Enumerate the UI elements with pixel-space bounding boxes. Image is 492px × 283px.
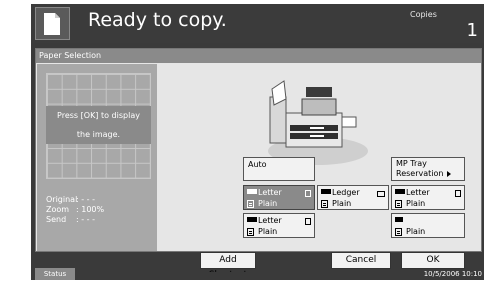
zoom-value: : 100% [76, 205, 105, 214]
mp-tray-line2: Reservation [396, 169, 452, 178]
plain-paper-icon [247, 200, 254, 208]
paper-portrait-icon [305, 190, 311, 197]
cassette-3-icon [395, 189, 405, 194]
panel-title: Paper Selection [36, 49, 481, 63]
paper-portrait-icon [305, 218, 311, 225]
add-shortcut-button[interactable]: Add Shortcut [200, 252, 256, 272]
cassette-3-button[interactable]: Letter Plain [391, 185, 465, 210]
send-value: : - - - [76, 215, 95, 224]
paper-portrait-icon [455, 190, 461, 197]
document-icon [35, 7, 70, 40]
preview-message-line2: the image. [76, 130, 121, 139]
date-time: 10/5/2006 10:10 [423, 270, 482, 278]
mp-tray-reservation-button[interactable]: MP Tray Reservation [391, 157, 465, 181]
cassette-4-type: Plain [258, 227, 278, 236]
copier-illustration [268, 80, 368, 165]
auto-button-label: Auto [248, 160, 267, 169]
copies-label: Copies [410, 10, 437, 19]
mp-tray-button[interactable]: Plain [391, 213, 465, 238]
plain-paper-icon [395, 228, 402, 236]
copier-screen: Ready to copy. Copies 1 Paper Selection … [31, 4, 484, 272]
preview-message-line1: Press [OK] to display [57, 111, 140, 120]
cassette-2-size: Ledger [332, 188, 360, 197]
auto-button[interactable]: Auto [243, 157, 315, 181]
status-button[interactable]: Status [35, 268, 75, 280]
mp-tray-line1: MP Tray [396, 159, 427, 168]
cassette-4-button[interactable]: Letter Plain [243, 213, 315, 238]
zoom-info: Zoom : 100% [46, 205, 104, 214]
ok-button[interactable]: OK [401, 252, 465, 269]
header: Ready to copy. Copies 1 [31, 4, 484, 43]
zoom-label: Zoom [46, 205, 70, 214]
paper-selection-panel: Paper Selection Press [OK] to display th… [35, 48, 482, 252]
original-info: Original: - - - [46, 195, 95, 204]
cassette-2-icon [321, 189, 331, 194]
chevron-right-icon [447, 170, 452, 177]
plain-paper-icon [321, 200, 328, 208]
cassette-1-type: Plain [258, 199, 278, 208]
plain-paper-icon [247, 228, 254, 236]
plain-paper-icon [395, 200, 402, 208]
preview-area[interactable]: Press [OK] to display the image. Origina… [37, 64, 157, 251]
preview-message: Press [OK] to display the image. [46, 106, 151, 144]
cassette-4-size: Letter [258, 216, 282, 225]
cassette-1-icon [247, 189, 257, 194]
mp-tray-type: Plain [406, 227, 426, 236]
copies-count: 1 [466, 20, 478, 41]
cassette-1-size: Letter [258, 188, 282, 197]
cassette-4-icon [247, 217, 257, 222]
cancel-button[interactable]: Cancel [331, 252, 391, 269]
send-info: Send : - - - [46, 215, 95, 224]
original-value: : - - - [76, 195, 95, 204]
cassette-2-type: Plain [332, 199, 352, 208]
status-title: Ready to copy. [88, 9, 227, 31]
paper-landscape-icon [377, 191, 385, 197]
mp-tray-icon [395, 217, 403, 222]
mp-tray-line2-text: Reservation [396, 169, 444, 178]
cassette-2-button[interactable]: Ledger Plain [317, 185, 389, 210]
send-label: Send [46, 215, 67, 224]
cassette-3-size: Letter [406, 188, 430, 197]
cassette-3-type: Plain [406, 199, 426, 208]
original-label: Original [46, 195, 78, 204]
cassette-1-button[interactable]: Letter Plain [243, 185, 315, 210]
